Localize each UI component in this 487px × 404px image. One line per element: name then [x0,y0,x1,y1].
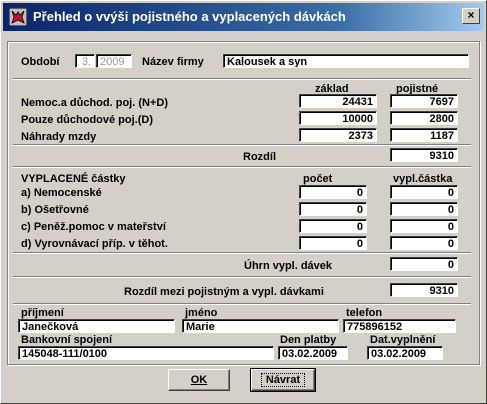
ok-button-label: OK [190,374,208,386]
separator [13,78,471,80]
prijmeni-label: příjmení [21,307,64,319]
title-bar[interactable]: Přehled o vvýši pojistného a vyplacených… [3,3,484,31]
separator [13,276,471,278]
firma-label: Název firmy [142,56,204,68]
separator [13,303,471,305]
firma-field[interactable]: Kalousek a syn [223,54,469,68]
benefit-label-b: b) Ošetřovné [21,204,89,216]
telefon-field[interactable]: 775896152 [343,319,456,333]
pojistne-nd-field[interactable]: 7697 [390,94,458,108]
telefon-label: telefon [346,307,383,319]
summary-rozdil-field[interactable]: 9310 [390,283,458,297]
row-label-d: Pouze důchodové poj.(D) [21,114,153,126]
pocet-b-field[interactable]: 0 [299,202,367,216]
zaklad-nahrady-field[interactable]: 2373 [299,128,377,142]
den-platby-field[interactable]: 03.02.2009 [278,346,348,360]
navrat-button-label: Návrat [260,373,306,387]
den-platby-label: Den platby [280,334,337,346]
pocet-a-field[interactable]: 0 [299,185,367,199]
obdobi-month-field[interactable]: 3. [75,54,95,68]
pocet-c-field[interactable]: 0 [299,219,367,233]
close-icon[interactable]: × [462,8,480,24]
benefits-title: VYPLACENÉ částky [21,173,126,185]
navrat-button[interactable]: Návrat [250,368,316,392]
app-icon [9,8,27,26]
castka-d-field[interactable]: 0 [390,236,458,250]
row-label-nahrady: Náhrady mzdy [21,131,97,143]
rozdil-field[interactable]: 9310 [390,148,458,162]
pojistne-d-field[interactable]: 2800 [390,111,458,125]
castka-b-field[interactable]: 0 [390,202,458,216]
col-pocet-header: počet [303,173,333,185]
separator [13,166,471,168]
summary-rozdil-label: Rozdíl mezi pojistným a vypl. dávkami [124,286,324,298]
dat-vyplneni-label: Dat.vyplnění [370,334,436,346]
row-label-nd: Nemoc.a důchod. poj. (N+D) [21,97,168,109]
jmeno-field[interactable]: Marie [182,319,339,333]
separator [13,252,471,254]
obdobi-label: Období [21,56,60,68]
dialog-window: Přehled o vvýši pojistného a vyplacených… [0,0,487,404]
pocet-d-field[interactable]: 0 [299,236,367,250]
jmeno-label: jméno [185,307,218,319]
separator [13,144,471,146]
obdobi-year-field[interactable]: 2009 [96,54,132,68]
uhrn-field[interactable]: 0 [390,257,458,271]
rozdil-label: Rozdíl [243,151,276,163]
bank-label: Bankovní spojení [21,334,113,346]
col-castka-header: vypl.částka [393,173,453,185]
prijmeni-field[interactable]: Janečková [18,319,175,333]
benefit-label-a: a) Nemocenské [21,187,102,199]
ok-button[interactable]: OK [168,369,230,391]
pojistne-nahrady-field[interactable]: 1187 [390,128,458,142]
zaklad-d-field[interactable]: 10000 [299,111,377,125]
uhrn-label: Úhrn vypl. dávek [244,260,333,272]
castka-c-field[interactable]: 0 [390,219,458,233]
castka-a-field[interactable]: 0 [390,185,458,199]
dat-vyplneni-field[interactable]: 03.02.2009 [367,346,443,360]
bank-field[interactable]: 145048-111/0100 [18,346,274,360]
benefit-label-c: c) Peněž.pomoc v mateřství [21,221,166,233]
window-title: Přehled o vvýši pojistného a vyplacených… [33,9,346,24]
benefit-label-d: d) Vyrovnávací příp. v těhot. [21,238,168,250]
zaklad-nd-field[interactable]: 24431 [299,94,377,108]
